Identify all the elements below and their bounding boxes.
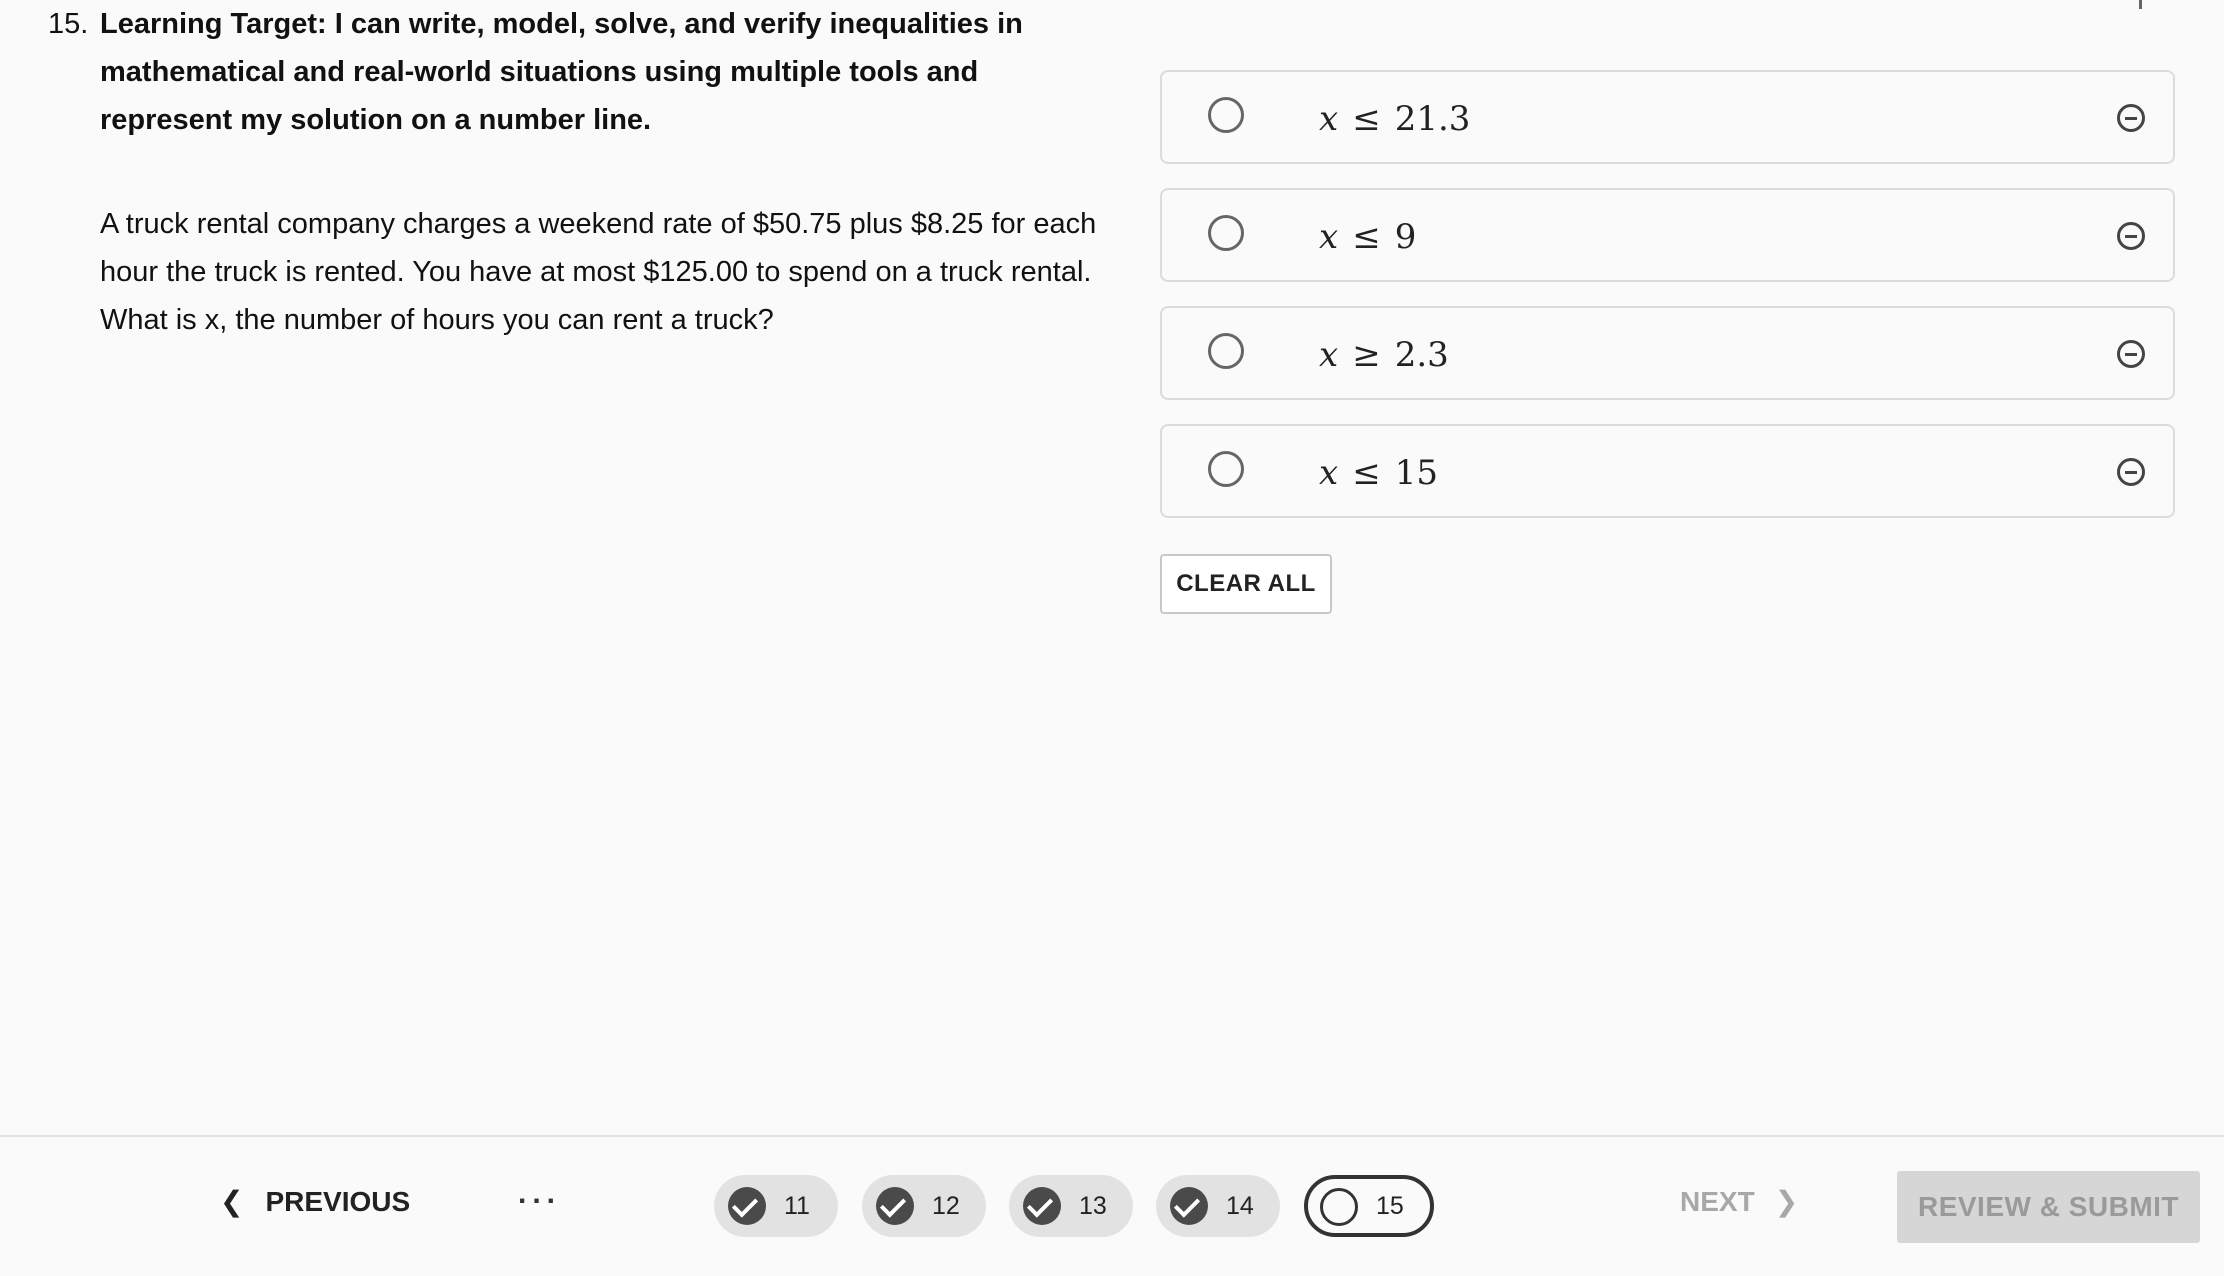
choice-a[interactable]: x ≤21.3	[1160, 70, 2175, 164]
choice-operator: ≤	[1352, 99, 1381, 139]
choice-value: 15	[1394, 453, 1438, 493]
page-number: 11	[784, 1192, 810, 1220]
choice-operator: ≥	[1352, 335, 1381, 375]
minus-circle-icon[interactable]	[2117, 340, 2145, 368]
check-circle-icon	[1023, 1187, 1061, 1225]
page-14-button[interactable]: 14	[1156, 1175, 1280, 1237]
choice-d[interactable]: x ≤15	[1160, 424, 2175, 518]
choice-value: 9	[1394, 217, 1417, 257]
answer-choices: x ≤21.3 x ≤9 x ≥2.3 x ≤15	[1160, 70, 2175, 542]
chevron-left-icon: ❮	[220, 1186, 244, 1217]
choice-label: x ≥2.3	[1319, 308, 1449, 402]
page-number: 12	[932, 1192, 960, 1220]
page-number: 14	[1226, 1192, 1254, 1220]
choice-label: x ≤21.3	[1319, 72, 1470, 166]
check-circle-icon	[728, 1187, 766, 1225]
footer-nav: ❮ PREVIOUS ... 11 12 13 14 15 NEXT ❯ REVIE…	[0, 1135, 2224, 1276]
clear-all-button[interactable]: CLEAR ALL	[1160, 554, 1332, 614]
choice-operator: ≤	[1352, 217, 1381, 257]
radio-icon[interactable]	[1208, 97, 1244, 133]
choice-variable: x	[1319, 99, 1339, 139]
choice-b[interactable]: x ≤9	[1160, 188, 2175, 282]
next-button[interactable]: NEXT ❯	[1680, 1185, 1798, 1218]
radio-icon[interactable]	[1208, 451, 1244, 487]
choice-value: 21.3	[1394, 99, 1471, 139]
question-text: A truck rental company charges a weekend…	[100, 208, 1097, 336]
previous-label: PREVIOUS	[265, 1186, 411, 1217]
check-circle-icon	[1170, 1187, 1208, 1225]
question-header: 15. Learning Target: I can write, model,…	[48, 0, 1088, 144]
page-12-button[interactable]: 12	[862, 1175, 986, 1237]
page-number: 15	[1376, 1192, 1404, 1220]
choice-value: 2.3	[1394, 335, 1449, 375]
check-circle-icon	[876, 1187, 914, 1225]
page-11-button[interactable]: 11	[714, 1175, 838, 1237]
radio-icon[interactable]	[1208, 333, 1244, 369]
choice-label: x ≤9	[1319, 190, 1416, 284]
choice-operator: ≤	[1352, 453, 1381, 493]
page-number: 13	[1079, 1192, 1107, 1220]
review-submit-button[interactable]: REVIEW & SUBMIT	[1897, 1171, 2200, 1243]
minus-circle-icon[interactable]	[2117, 104, 2145, 132]
page-13-button[interactable]: 13	[1009, 1175, 1133, 1237]
more-pages-button[interactable]: ...	[518, 1177, 561, 1211]
next-label: NEXT	[1680, 1186, 1755, 1217]
page-15-button[interactable]: 15	[1304, 1175, 1434, 1237]
choice-label: x ≤15	[1319, 426, 1438, 520]
question-panel: 15. Learning Target: I can write, model,…	[48, 0, 1096, 344]
chevron-right-icon: ❯	[1774, 1186, 1799, 1217]
choice-variable: x	[1319, 335, 1339, 375]
minus-circle-icon[interactable]	[2117, 222, 2145, 250]
choice-variable: x	[1319, 217, 1339, 257]
question-number: 15.	[48, 8, 89, 40]
scroll-marker	[2139, 0, 2142, 9]
choice-variable: x	[1319, 453, 1339, 493]
minus-circle-icon[interactable]	[2117, 458, 2145, 486]
previous-button[interactable]: ❮ PREVIOUS	[220, 1185, 410, 1218]
radio-icon[interactable]	[1208, 215, 1244, 251]
empty-circle-icon	[1320, 1188, 1358, 1226]
choice-c[interactable]: x ≥2.3	[1160, 306, 2175, 400]
learning-target: Learning Target: I can write, model, sol…	[100, 8, 1023, 136]
